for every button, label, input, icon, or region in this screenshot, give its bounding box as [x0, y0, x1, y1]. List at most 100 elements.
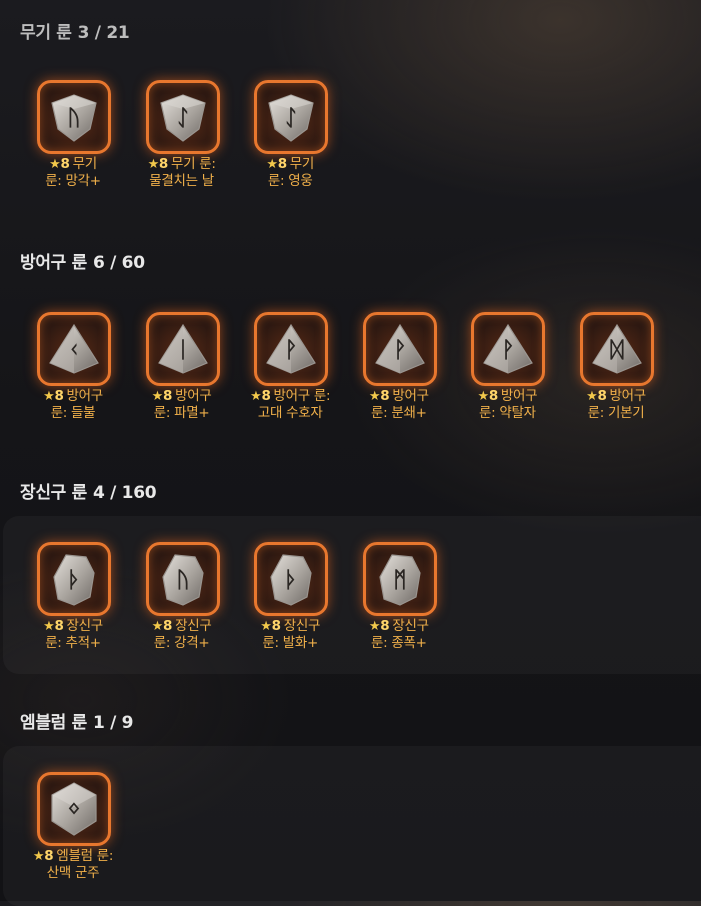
rune-caption-line1: ★8 무기 룬: [128, 156, 236, 173]
rune-grade: 8 [277, 156, 287, 172]
rune-caption-line1: ★8 장신구 [128, 618, 236, 635]
rune-icon: ᛜ [37, 772, 111, 846]
rune-caption-line1: ★8 무기 [236, 156, 344, 173]
rune-name-part1: 무기 [289, 156, 315, 172]
section-title-label: 방어구 룬 [20, 253, 87, 273]
rune-name-part2: 룬: 추적+ [45, 635, 101, 651]
star-icon: ★ [368, 619, 381, 634]
rune-grade: 8 [60, 156, 70, 172]
rune-caption: ★8 방어구 룬: 약탈자 [453, 388, 561, 422]
section-count: 3 / 21 [77, 23, 130, 43]
star-icon: ★ [477, 389, 489, 404]
section-count: 4 / 160 [92, 483, 157, 503]
rune-grade: 8 [271, 618, 281, 634]
section-title-label: 장신구 룬 [20, 483, 87, 503]
rune-caption: ★8 장신구 룬: 추적+ [19, 618, 127, 652]
rune-caption-line1: ★8 방어구 룬: [236, 388, 344, 405]
rune-caption-line1: ★8 장신구 [345, 618, 453, 635]
rune-caption-line1: ★8 방어구 [453, 388, 561, 405]
rune-name-part1: 무기 [72, 156, 98, 172]
rune-name-part2: 물결치는 날 [149, 173, 214, 189]
rune-caption: ★8 무기 룬: 물결치는 날 [128, 156, 236, 190]
svg-text:ᛇ: ᛇ [176, 106, 189, 131]
rune-grade: 8 [597, 388, 607, 404]
rune-caption: ★8 장신구 룬: 강격+ [128, 618, 236, 652]
rune-name-part1: 장신구 [175, 618, 212, 634]
rune-name-part2: 룬: 파멸+ [153, 405, 210, 421]
section-title: 엠블럼 룬1 / 9 [20, 708, 134, 733]
rune-caption-line1: ★8 무기 [19, 156, 127, 173]
svg-text:ᚢ: ᚢ [176, 568, 189, 593]
rune-icon: ᛁ [145, 312, 220, 386]
rune-grade: 8 [261, 388, 271, 404]
rune-icon: ᚢ [145, 542, 220, 616]
rune-name-part2: 룬: 영웅 [267, 173, 313, 189]
svg-text:ᚦ: ᚦ [67, 568, 80, 593]
svg-text:ᛞ: ᛞ [610, 338, 624, 363]
star-icon: ★ [151, 389, 164, 404]
rune-name-part2: 룬: 발화+ [262, 635, 318, 651]
rune-caption: ★8 방어구 룬: 기본기 [562, 388, 670, 422]
star-icon: ★ [266, 157, 278, 172]
star-icon: ★ [260, 619, 272, 634]
svg-text:ᚢ: ᚢ [67, 106, 80, 131]
rune-icon: ᚹ [362, 312, 437, 386]
svg-text:ᛁ: ᛁ [176, 338, 189, 363]
rune-icon: ᛗ [362, 542, 437, 616]
rune-grade: 8 [54, 388, 64, 404]
rune-name-part2: 산맥 군주 [46, 865, 100, 881]
rune-name-part1: 엠블럼 룬: [56, 848, 114, 864]
rune-name-part1: 방어구 [609, 388, 647, 404]
svg-text:ᚲ: ᚲ [67, 338, 80, 363]
rune-caption: ★8 방어구 룬: 파멸+ [128, 388, 236, 422]
rune-caption: ★8 무기 룬: 망각+ [19, 156, 127, 190]
section-title: 방어구 룬6 / 60 [20, 248, 145, 273]
rune-icon: ᛞ [580, 312, 654, 386]
rune-name-part2: 룬: 망각+ [45, 173, 101, 189]
star-icon: ★ [368, 389, 381, 404]
rune-caption-line1: ★8 장신구 [236, 618, 344, 635]
rune-caption: ★8 장신구 룬: 발화+ [236, 618, 344, 652]
rune-grade: 8 [54, 618, 64, 634]
rune-name-part1: 장신구 [283, 618, 321, 634]
rune-name-part1: 방어구 [175, 388, 212, 404]
svg-text:ᚹ: ᚹ [393, 338, 406, 363]
star-icon: ★ [43, 619, 55, 634]
rune-name-part1: 장신구 [66, 618, 104, 634]
section-count: 1 / 9 [92, 713, 134, 733]
rune-name-part1: 방어구 [66, 388, 104, 404]
rune-grade: 8 [163, 388, 173, 404]
star-icon: ★ [586, 389, 598, 404]
section-title-label: 무기 룬 [20, 23, 72, 43]
svg-text:ᛜ: ᛜ [67, 798, 80, 823]
rune-grade: 8 [380, 388, 390, 404]
rune-icon: ᚹ [254, 312, 329, 386]
star-icon: ★ [49, 157, 61, 172]
rune-name-part2: 고대 수호자 [257, 405, 323, 421]
rune-icon: ᚹ [471, 312, 546, 386]
star-icon: ★ [32, 849, 45, 864]
rune-caption: ★8 방어구 룬: 들불 [19, 388, 127, 422]
rune-name-part2: 룬: 들불 [50, 405, 96, 421]
rune-icon: ᚲ [37, 312, 111, 386]
rune-caption: ★8 방어구 룬: 고대 수호자 [236, 388, 344, 422]
svg-text:ᚦ: ᚦ [285, 568, 298, 593]
rune-icon: ᚦ [254, 542, 329, 616]
rune-caption-line1: ★8 방어구 [345, 388, 453, 405]
rune-caption-line1: ★8 방어구 [128, 388, 236, 405]
rune-name-part2: 룬: 약탈자 [479, 405, 536, 421]
svg-text:ᚹ: ᚹ [502, 338, 515, 363]
section-count: 6 / 60 [92, 253, 145, 273]
svg-text:ᚹ: ᚹ [285, 338, 298, 363]
rune-icon: ᚢ [37, 80, 111, 154]
section-title-label: 엠블럼 룬 [20, 713, 87, 733]
rune-name-part2: 룬: 종폭+ [370, 635, 427, 651]
svg-text:ᛇ: ᛇ [285, 106, 298, 131]
rune-name-part2: 룬: 강격+ [153, 635, 210, 651]
rune-grade: 8 [44, 848, 54, 864]
rune-name-part2: 룬: 기본기 [587, 405, 645, 421]
rune-name-part2: 룬: 분쇄+ [370, 405, 427, 421]
rune-icon: ᛇ [254, 80, 329, 154]
rune-caption: ★8 방어구 룬: 분쇄+ [345, 388, 453, 422]
rune-caption: ★8 엠블럼 룬: 산맥 군주 [19, 848, 127, 882]
